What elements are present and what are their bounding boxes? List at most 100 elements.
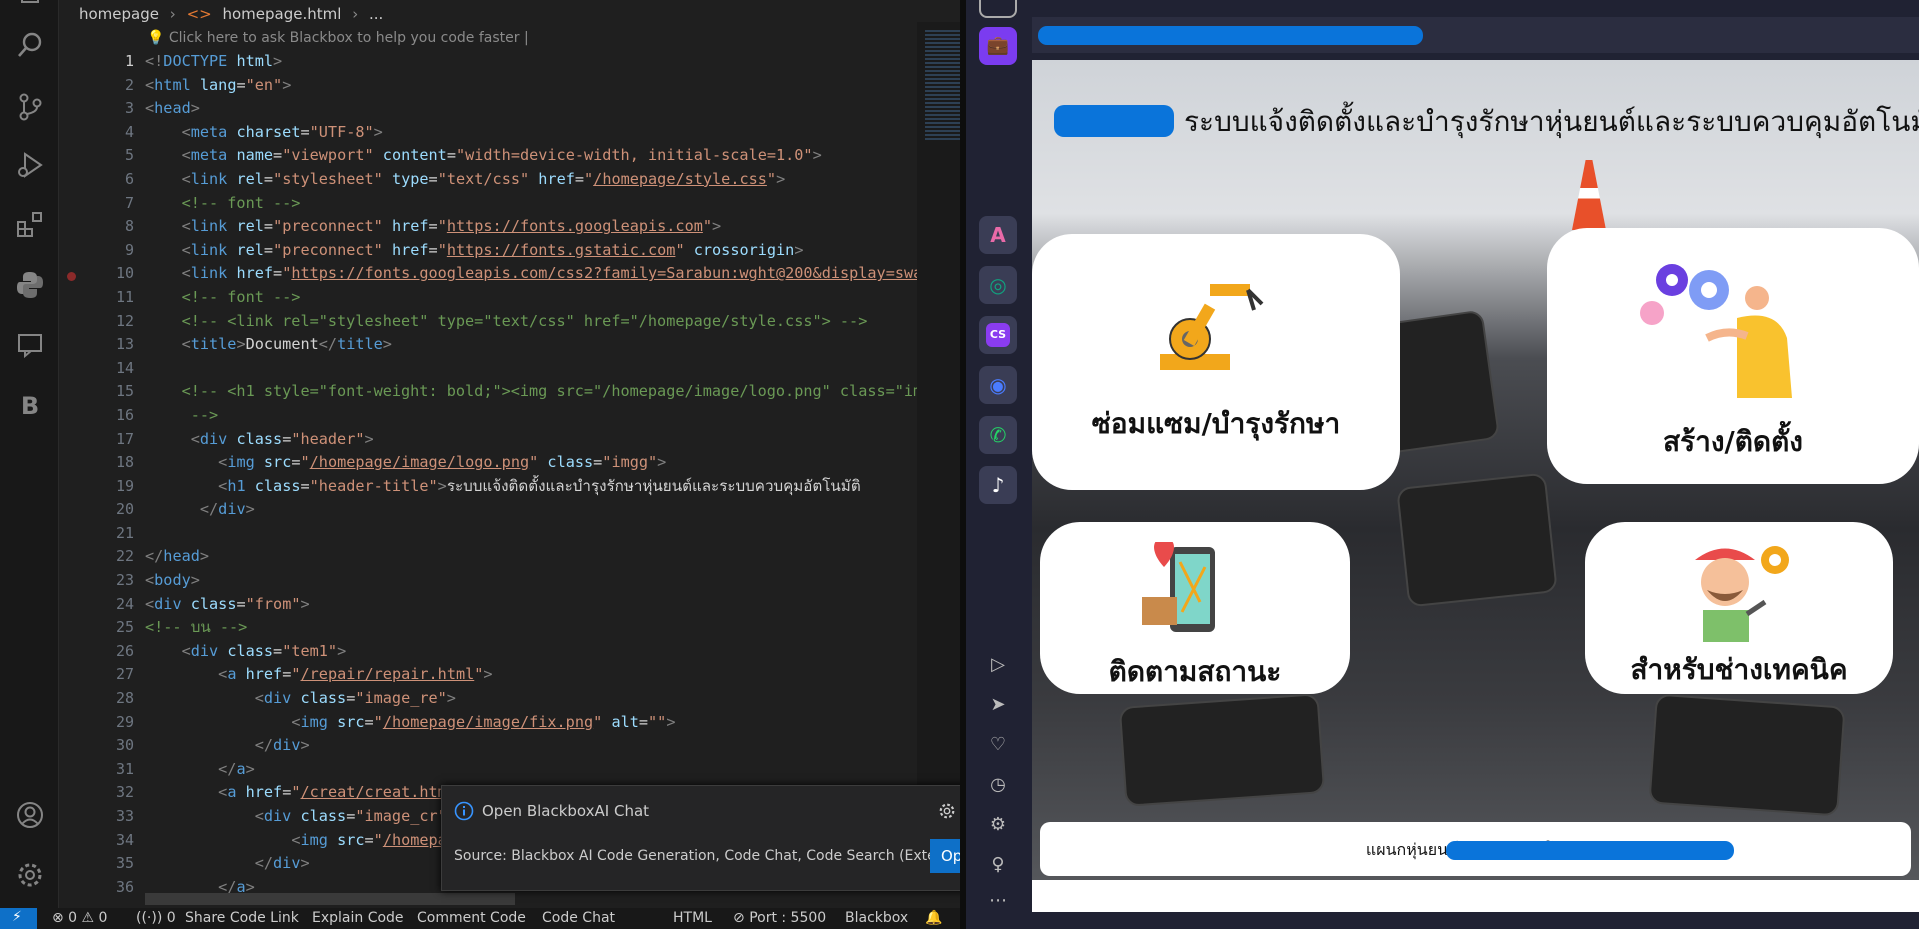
code-line: <!-- บน -->	[145, 618, 248, 637]
explorer-icon[interactable]	[15, 0, 45, 18]
more-icon[interactable]: ⋯	[979, 886, 1017, 924]
blackbox-icon[interactable]: B	[15, 392, 45, 422]
cs-app-icon[interactable]: CS	[979, 316, 1017, 354]
code-line: <!-- <h1 style="font-weight: bold;"><img…	[145, 382, 917, 401]
breadcrumb-folder[interactable]: homepage	[79, 5, 159, 23]
comment-code-link[interactable]: Comment Code	[417, 910, 526, 926]
line-number: 14	[115, 358, 134, 377]
line-number: 13	[115, 335, 134, 354]
line-number: 19	[115, 476, 134, 495]
live-server-port[interactable]: ⊘ Port : 5500	[733, 910, 826, 926]
heart-icon[interactable]: ♡	[979, 726, 1017, 764]
player-icon[interactable]: ▷	[979, 646, 1017, 684]
line-number: 8	[124, 217, 134, 236]
line-number: 11	[115, 287, 134, 306]
code-line: <a href="/repair/repair.html">	[218, 665, 493, 684]
line-number: 17	[115, 429, 134, 448]
tracking-card[interactable]: ติดตามสถานะ	[1040, 522, 1350, 694]
code-line: <head>	[145, 99, 200, 118]
source-control-icon[interactable]	[15, 92, 45, 122]
line-number: 22	[115, 547, 134, 566]
address-bar[interactable]	[1032, 17, 1919, 53]
code-line: <title>Document</title>	[181, 335, 392, 354]
language-mode[interactable]: HTML	[673, 910, 712, 926]
line-number: 7	[124, 193, 134, 212]
line-number: 33	[115, 807, 134, 825]
horizontal-scrollbar[interactable]	[145, 893, 515, 905]
web-page[interactable]: ระบบแจ้งติดตั้งและบำรุงรักษาหุ่นยนต์และร…	[1032, 60, 1919, 912]
breakpoint-icon[interactable]	[67, 272, 76, 281]
aria-icon[interactable]: A	[979, 216, 1017, 254]
line-number: 20	[115, 500, 134, 519]
code-line: <img src="/homepage/image/fix.png" alt="…	[291, 712, 676, 731]
python-icon[interactable]	[15, 270, 45, 300]
line-number: 28	[115, 689, 134, 708]
line-number: 35	[115, 854, 134, 873]
code-line: <div class="from">	[145, 594, 310, 613]
code-content[interactable]: <!DOCTYPE html> <html lang="en"> <head> …	[145, 50, 917, 899]
no-entry-icon: ⊘	[733, 910, 745, 926]
whatsapp-icon[interactable]: ✆	[979, 416, 1017, 454]
history-icon[interactable]: ◷	[979, 766, 1017, 804]
line-number: 6	[124, 169, 134, 188]
code-chat-link[interactable]: Code Chat	[542, 910, 615, 926]
line-number: 34	[115, 830, 134, 849]
line-number: 29	[115, 712, 134, 731]
line-number: 3	[124, 99, 134, 118]
send-icon[interactable]: ➤	[979, 686, 1017, 724]
extensions-icon[interactable]	[15, 210, 45, 240]
line-number: 12	[115, 311, 134, 330]
robot-arm-icon	[1160, 284, 1264, 370]
technician-card[interactable]: สำหรับช่างเทคนิค	[1585, 522, 1893, 694]
settings-icon[interactable]: ⚙	[979, 806, 1017, 844]
lightbulb-icon[interactable]: ♀	[979, 846, 1017, 884]
tiktok-icon[interactable]: ♪	[979, 466, 1017, 504]
code-line: <html lang="en">	[145, 75, 292, 94]
share-code-link[interactable]: Share Code Link	[185, 910, 299, 926]
notification-title: Open BlackboxAI Chat	[482, 802, 650, 820]
ports-indicator[interactable]: ((·)) 0	[136, 910, 176, 926]
browser-sidebar: 💼 A ◎ CS ◉ ✆ ♪ ▷ ➤ ♡ ◷ ⚙ ♀ ⋯	[966, 0, 1032, 929]
line-number: 9	[124, 240, 134, 259]
run-debug-icon[interactable]	[15, 150, 45, 180]
code-line: <h1 class="header-title">ระบบแจ้งติดตั้ง…	[218, 476, 861, 495]
messenger-icon[interactable]: ◉	[979, 366, 1017, 404]
breadcrumb-file[interactable]: homepage.html	[222, 5, 341, 23]
line-number: 30	[115, 736, 134, 755]
line-number: 2	[124, 75, 134, 94]
account-icon[interactable]	[15, 800, 45, 830]
search-icon[interactable]	[15, 30, 45, 60]
chatgpt-icon[interactable]: ◎	[979, 266, 1017, 304]
line-number: 23	[115, 571, 134, 590]
code-line: <link rel="stylesheet" type="text/css" h…	[181, 169, 786, 188]
code-line: <div class="tem1">	[181, 641, 347, 660]
briefcase-icon[interactable]: 💼	[979, 27, 1017, 65]
line-number: 26	[115, 641, 134, 660]
remote-button[interactable]: ⚡	[0, 908, 37, 929]
code-line: </a>	[218, 759, 255, 778]
breadcrumb-more[interactable]: ...	[369, 5, 383, 23]
remote-explorer-icon[interactable]	[15, 330, 45, 360]
install-card[interactable]: สร้าง/ติดตั้ง	[1547, 228, 1919, 484]
keyboard-key-decor	[1648, 693, 1846, 817]
redacted-url	[1038, 26, 1423, 45]
code-line: -->	[145, 405, 219, 424]
gear-icon[interactable]	[15, 860, 45, 890]
code-line: <!-- font -->	[145, 193, 301, 212]
notifications-bell-icon[interactable]: 🔔	[925, 910, 942, 926]
line-number: 1	[124, 52, 134, 70]
line-number: 4	[124, 122, 134, 141]
card-label: สำหรับช่างเทคนิค	[1630, 653, 1848, 686]
map-phone-icon	[1142, 542, 1215, 632]
code-line: <link href="https://fonts.googleapis.com…	[181, 264, 917, 283]
problems-indicator[interactable]: ⊗ 0 ⚠ 0	[52, 910, 107, 926]
explain-code-link[interactable]: Explain Code	[312, 910, 404, 926]
code-editor[interactable]: homepage › <> homepage.html › ... 💡 Clic…	[59, 0, 1017, 908]
gear-icon[interactable]	[938, 802, 956, 820]
repair-card[interactable]: ซ่อมแซม/บำรุงรักษา	[1032, 234, 1400, 490]
info-icon	[454, 801, 474, 821]
blackbox-hint[interactable]: 💡 Click here to ask Blackbox to help you…	[147, 30, 529, 46]
home-icon[interactable]	[979, 0, 1017, 18]
blackbox-status[interactable]: Blackbox	[845, 910, 908, 926]
